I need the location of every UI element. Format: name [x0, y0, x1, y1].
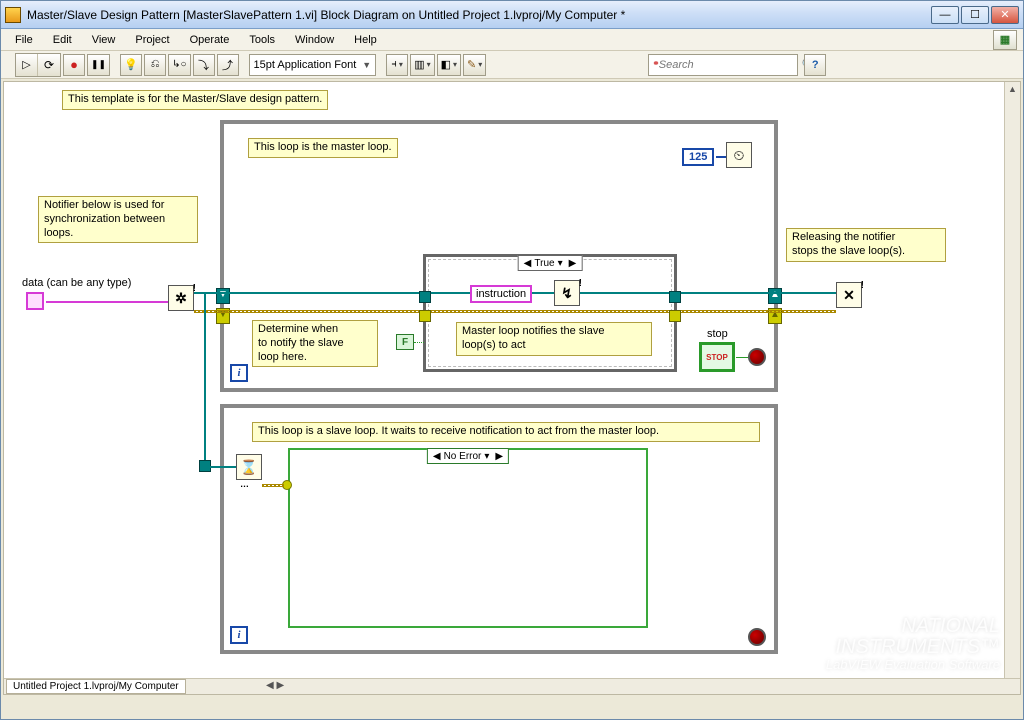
context-help-button[interactable]: ?: [804, 54, 826, 76]
font-name: 15pt Application Font: [254, 59, 357, 71]
case-next-icon[interactable]: ▶: [492, 451, 506, 462]
menu-help[interactable]: Help: [346, 32, 385, 48]
comment-determine[interactable]: Determine when to notify the slave loop …: [252, 320, 378, 367]
window-title: Master/Slave Design Pattern [MasterSlave…: [27, 8, 931, 22]
case-tunnel-ref-in[interactable]: [419, 291, 431, 303]
close-button[interactable]: ✕: [991, 6, 1019, 24]
abort-button[interactable]: [63, 54, 85, 76]
data-type-terminal[interactable]: [26, 292, 44, 310]
wire-err-to-release: [782, 310, 836, 313]
project-tab[interactable]: Untitled Project 1.lvproj/My Computer: [6, 679, 186, 694]
watermark: NATIONAL INSTRUMENTS™ LabVIEW Evaluation…: [826, 616, 1000, 672]
menu-file[interactable]: File: [7, 32, 41, 48]
wire-case-sel: [414, 342, 424, 343]
release-notifier-node[interactable]: ✕!: [836, 282, 862, 308]
wait-ms-node[interactable]: ⏲: [726, 142, 752, 168]
scroll-arrows[interactable]: ◀ ▶: [266, 680, 284, 691]
comment-notifier[interactable]: Notifier below is used for synchronizati…: [38, 196, 198, 243]
wire-ref-down: [204, 292, 206, 467]
instruction-constant[interactable]: instruction: [470, 285, 532, 303]
run-continuous-button[interactable]: [38, 54, 60, 76]
retain-wire-values-button[interactable]: [144, 54, 166, 76]
menu-window[interactable]: Window: [287, 32, 342, 48]
wire-into-wait: [206, 466, 236, 468]
comment-release[interactable]: Releasing the notifier stops the slave l…: [786, 228, 946, 262]
menu-operate[interactable]: Operate: [182, 32, 238, 48]
step-out-button[interactable]: [217, 54, 239, 76]
chevron-down-icon[interactable]: ▾: [555, 258, 566, 269]
stop-button-terminal[interactable]: STOP: [699, 342, 735, 372]
const-wait-ms[interactable]: 125: [682, 148, 714, 166]
vi-icon[interactable]: ▦: [993, 30, 1017, 50]
cleanup-diagram-button[interactable]: [463, 54, 486, 76]
block-diagram-canvas[interactable]: Untitled Project 1.lvproj/My Computer ◀ …: [3, 81, 1021, 695]
case-value-noerror: No Error: [444, 451, 482, 462]
send-notification-node[interactable]: ↯!: [554, 280, 580, 306]
step-into-button[interactable]: [168, 54, 190, 76]
minimize-button[interactable]: —: [931, 6, 959, 24]
wire-stop: [736, 357, 748, 358]
search-input[interactable]: [659, 59, 802, 71]
comment-slave-loop[interactable]: This loop is a slave loop. It waits to r…: [252, 422, 760, 442]
highlight-execution-button[interactable]: [120, 54, 142, 76]
bool-false-const[interactable]: F: [396, 334, 414, 350]
label-data: data (can be any type): [22, 277, 131, 289]
loop-condition-master[interactable]: [748, 348, 766, 366]
loop-condition-slave[interactable]: [748, 628, 766, 646]
case-prev-icon[interactable]: ◀: [521, 258, 535, 269]
toolbar: 15pt Application Font ▼ * 🔍 ?: [1, 51, 1023, 79]
run-button[interactable]: [16, 54, 38, 76]
vertical-scrollbar[interactable]: [1004, 82, 1020, 694]
comment-template[interactable]: This template is for the Master/Slave de…: [62, 90, 328, 110]
wire-ref-to-release: [782, 292, 836, 294]
iteration-terminal-master[interactable]: i: [230, 364, 248, 382]
menu-edit[interactable]: Edit: [45, 32, 80, 48]
chevron-down-icon[interactable]: ▾: [481, 451, 492, 462]
wire-data: [46, 301, 168, 303]
label-stop: stop: [707, 328, 728, 340]
wire-wait: [716, 156, 726, 158]
shift-register-left-ref[interactable]: [216, 288, 230, 304]
align-objects-button[interactable]: [386, 54, 408, 76]
menu-project[interactable]: Project: [127, 32, 177, 48]
comment-master-notify[interactable]: Master loop notifies the slave loop(s) t…: [456, 322, 652, 356]
shift-register-right-ref[interactable]: [768, 288, 782, 304]
wait-on-notification-node[interactable]: ⌛…: [236, 454, 262, 480]
app-icon: [5, 7, 21, 23]
case-prev-icon[interactable]: ◀: [430, 451, 444, 462]
search-box[interactable]: * 🔍: [648, 54, 798, 76]
case-value: True: [534, 258, 554, 269]
window-titlebar: Master/Slave Design Pattern [MasterSlave…: [1, 1, 1023, 29]
comment-master-loop[interactable]: This loop is the master loop.: [248, 138, 398, 158]
case-next-icon[interactable]: ▶: [566, 258, 580, 269]
menu-tools[interactable]: Tools: [241, 32, 283, 48]
step-over-button[interactable]: [193, 54, 215, 76]
pause-button[interactable]: [87, 54, 110, 76]
case-selector-noerror[interactable]: ◀ No Error ▾ ▶: [427, 448, 509, 464]
font-selector[interactable]: 15pt Application Font ▼: [249, 54, 377, 76]
case-tunnel-err-out[interactable]: [669, 310, 681, 322]
chevron-down-icon: ▼: [362, 60, 371, 70]
distribute-objects-button[interactable]: [410, 54, 434, 76]
case-tunnel-ref-out[interactable]: [669, 291, 681, 303]
iteration-terminal-slave[interactable]: i: [230, 626, 248, 644]
wire-err-wait-to-case: [262, 484, 284, 487]
menu-view[interactable]: View: [84, 32, 124, 48]
case-structure-noerror[interactable]: ◀ No Error ▾ ▶: [288, 448, 648, 628]
obtain-notifier-node[interactable]: ✲!: [168, 285, 194, 311]
horizontal-scrollbar[interactable]: Untitled Project 1.lvproj/My Computer ◀ …: [4, 678, 1020, 694]
maximize-button[interactable]: ☐: [961, 6, 989, 24]
case-tunnel-err-in[interactable]: [419, 310, 431, 322]
reorder-button[interactable]: [437, 54, 461, 76]
menu-bar: File Edit View Project Operate Tools Win…: [1, 29, 1023, 51]
case-selector-true[interactable]: ◀ True ▾ ▶: [518, 255, 583, 271]
